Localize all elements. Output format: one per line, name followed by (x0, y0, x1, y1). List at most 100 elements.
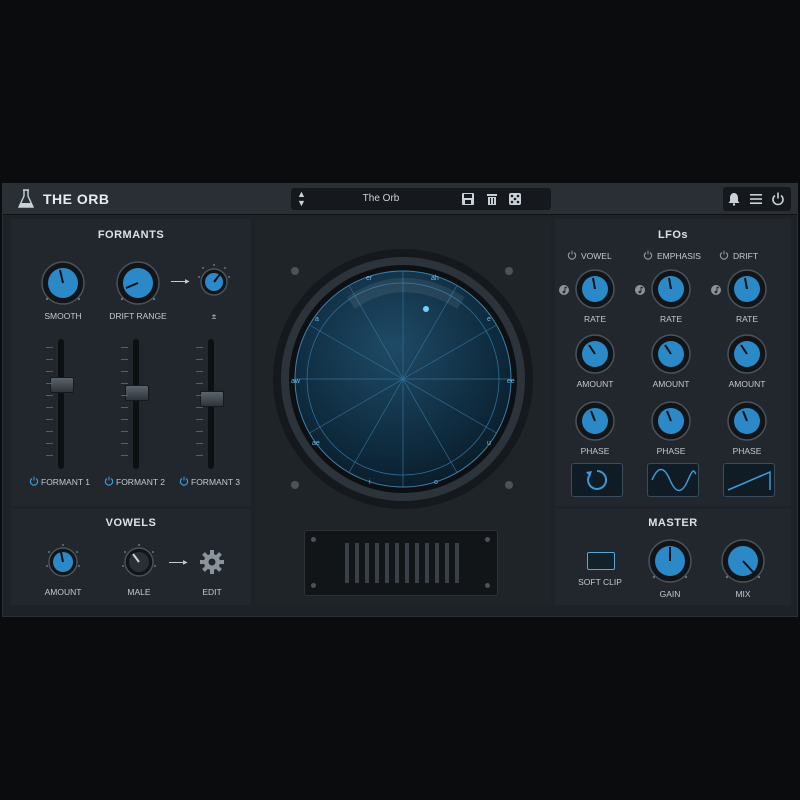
fader-handle[interactable] (50, 377, 74, 393)
plus-minus-knob[interactable] (195, 263, 233, 301)
grille-slot (375, 543, 379, 583)
fader-track[interactable] (58, 339, 64, 469)
fader-handle[interactable] (125, 385, 149, 401)
screw (485, 537, 490, 542)
formant-1-power-icon[interactable] (29, 476, 39, 486)
fader-tick (46, 347, 53, 348)
formant-2-power-icon[interactable] (104, 476, 114, 486)
screw (311, 537, 316, 542)
lfo-rate-knob[interactable] (725, 267, 769, 311)
preset-up-down-icon[interactable]: ▲ ▼ (297, 190, 306, 208)
lfo-phase-label: PHASE (656, 446, 686, 456)
male-label: MALE (127, 587, 151, 597)
fader-tick (46, 443, 53, 444)
lfo-phase-knob[interactable] (573, 399, 617, 443)
lfo-amount-knob[interactable] (573, 332, 617, 376)
fader-tick (121, 383, 128, 384)
preset-name[interactable]: The Orb (351, 193, 411, 204)
lfo-amount-label: AMOUNT (576, 379, 614, 389)
fader-tick (46, 395, 53, 396)
grille-slot (455, 543, 459, 583)
bell-icon[interactable] (727, 192, 741, 206)
orb-position-dot[interactable] (423, 306, 429, 312)
lfo-rate-knob[interactable] (649, 267, 693, 311)
loop-shape-icon (586, 469, 608, 490)
fader-tick (46, 407, 53, 408)
grille-slot (345, 543, 349, 583)
male-knob[interactable] (119, 542, 159, 582)
fader-tick (46, 419, 53, 420)
lfo-phase-knob[interactable] (649, 399, 693, 443)
vowel-label-er: er (366, 275, 373, 282)
lfo-shape-display[interactable] (723, 463, 775, 497)
vowels-amount-knob[interactable] (43, 542, 83, 582)
lfo-rate-label: RATE (659, 314, 683, 324)
trash-icon[interactable] (485, 192, 499, 206)
flask-logo-icon (17, 189, 35, 208)
smooth-label: SMOOTH (44, 311, 82, 321)
smooth-knob[interactable] (39, 259, 87, 307)
lfo-rate-knob[interactable] (573, 267, 617, 311)
grille-slot (445, 543, 449, 583)
drift-range-knob[interactable] (114, 259, 162, 307)
grille-slot (405, 543, 409, 583)
fader-tick (196, 431, 203, 432)
fader-tick (196, 443, 203, 444)
gain-label: GAIN (659, 589, 681, 599)
save-icon[interactable] (461, 192, 475, 206)
formants-panel: FORMANTS SMOOTH DRIFT RANGE ▶ ± FORMANT … (11, 219, 251, 506)
grille-slot (365, 543, 369, 583)
fader-tick (196, 455, 203, 456)
sync-note-icon[interactable] (635, 285, 645, 295)
vowels-title: VOWELS (105, 517, 157, 529)
vowel-label-aw: aw (291, 378, 300, 385)
fader-track[interactable] (133, 339, 139, 469)
lfo-amount-knob[interactable] (725, 332, 769, 376)
lfo-phase-label: PHASE (732, 446, 762, 456)
fader-tick (121, 347, 128, 348)
lfo-amount-label: AMOUNT (728, 379, 766, 389)
gain-knob[interactable] (646, 537, 694, 585)
formant-2-label: FORMANT 2 (116, 477, 165, 487)
arrow-head-icon: ▶ (183, 560, 188, 566)
mix-knob[interactable] (719, 537, 767, 585)
vowel-label-a: a (315, 316, 319, 323)
vowels-panel: VOWELS AMOUNT MALE ▶ EDIT (11, 509, 251, 605)
lfo-power-icon[interactable] (643, 250, 653, 260)
formant-3-power-icon[interactable] (179, 476, 189, 486)
fader-tick (121, 443, 128, 444)
menu-icon[interactable] (749, 192, 763, 206)
top-bar: THE ORB ▲ ▼ The Orb (3, 184, 797, 215)
vowel-orb[interactable] (271, 247, 535, 511)
drift-range-label: DRIFT RANGE (109, 311, 167, 321)
screw (485, 583, 490, 588)
app-title: THE ORB (43, 191, 110, 207)
lfo-amount-knob[interactable] (649, 332, 693, 376)
lfo-shape-display[interactable] (571, 463, 623, 497)
power-icon[interactable] (771, 192, 785, 206)
lfos-title: LFOs (657, 229, 689, 241)
soft-clip-button[interactable] (587, 552, 615, 570)
sync-note-icon[interactable] (711, 285, 721, 295)
lfo-power-icon[interactable] (719, 250, 729, 260)
dice-icon[interactable] (508, 192, 522, 206)
fader-tick (121, 395, 128, 396)
fader-tick (196, 359, 203, 360)
grille-slot (435, 543, 439, 583)
fader-tick (121, 419, 128, 420)
lfo-phase-knob[interactable] (725, 399, 769, 443)
lfo-shape-display[interactable] (647, 463, 699, 497)
vowel-label-u: u (487, 440, 491, 447)
gear-icon[interactable] (199, 549, 225, 575)
lfo-power-icon[interactable] (567, 250, 577, 260)
soft-clip-label: SOFT CLIP (578, 577, 622, 587)
lfo-rate-label: RATE (735, 314, 759, 324)
sync-note-icon[interactable] (559, 285, 569, 295)
fader-handle[interactable] (200, 391, 224, 407)
fader-tick (196, 419, 203, 420)
vowel-label-o: o (434, 479, 438, 486)
vowel-label-ae: ae (312, 440, 320, 447)
lfo-phase-label: PHASE (580, 446, 610, 456)
preset-selector[interactable]: ▲ ▼ The Orb (291, 188, 551, 210)
edit-label: EDIT (202, 587, 222, 597)
